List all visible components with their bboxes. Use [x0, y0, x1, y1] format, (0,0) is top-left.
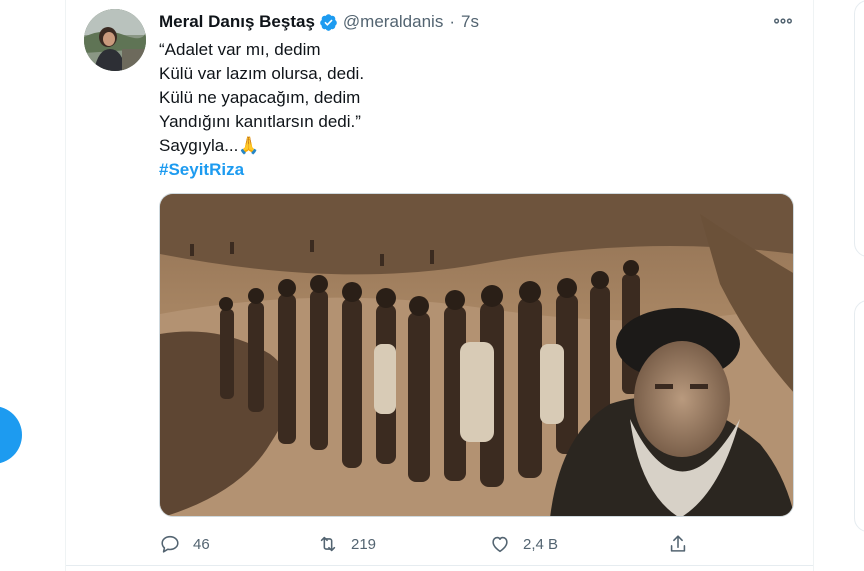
timestamp[interactable]: 7s	[461, 12, 479, 32]
reply-count: 46	[193, 535, 210, 553]
tweet-line: “Adalet var mı, dedim	[159, 40, 321, 59]
tweet-actions: 46 219 2,4 B	[159, 529, 699, 559]
retweet-icon	[320, 536, 336, 552]
avatar[interactable]	[84, 9, 146, 71]
reply-action[interactable]: 46	[159, 529, 210, 559]
handle[interactable]: @meraldanis	[343, 12, 443, 32]
right-sidebar-card	[854, 0, 864, 257]
separator-dot: ·	[449, 12, 455, 31]
like-count: 2,4 B	[523, 535, 559, 553]
more-icon[interactable]	[772, 10, 794, 32]
tweet-line: Külü var lazım olursa, dedi.	[159, 64, 365, 83]
tweet-line: Yandığını kanıtlarsın dedi.”	[159, 112, 361, 131]
display-name[interactable]: Meral Danış Beştaş	[159, 12, 315, 32]
like-action[interactable]: 2,4 B	[489, 529, 558, 559]
tweet-line: Külü ne yapacağım, dedim	[159, 88, 361, 107]
verified-badge-icon	[320, 13, 337, 31]
tweet-divider	[66, 565, 813, 566]
share-action[interactable]	[667, 529, 701, 559]
timeline-border-right	[813, 0, 814, 571]
tweet-media[interactable]	[159, 193, 794, 517]
retweet-action[interactable]: 219	[317, 529, 376, 559]
reply-icon	[161, 535, 179, 553]
tweet-text: “Adalet var mı, dedim Külü var lazım olu…	[159, 38, 789, 182]
avatar-image	[84, 9, 146, 71]
right-sidebar-card-2	[854, 300, 864, 532]
retweet-count: 219	[351, 535, 377, 553]
like-icon	[492, 536, 508, 553]
left-sidebar	[0, 0, 66, 571]
hashtag-link[interactable]: #SeyitRiza	[159, 158, 789, 182]
historical-photo-image	[160, 194, 793, 516]
share-icon	[670, 535, 686, 552]
tweet-line: Saygıyla...🙏	[159, 136, 260, 155]
tweet-header: Meral Danış Beştaş @meraldanis · 7s	[159, 9, 479, 35]
